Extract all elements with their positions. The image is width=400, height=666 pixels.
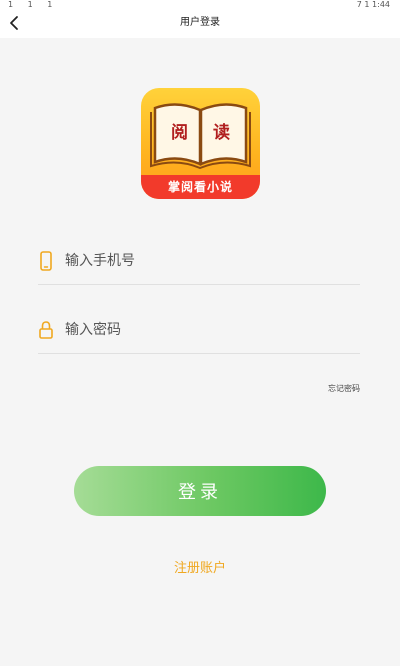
open-book-icon bbox=[150, 103, 251, 170]
logo-char-left: 阅 bbox=[171, 123, 188, 143]
logo-banner: 掌阅看小说 bbox=[141, 175, 260, 199]
forgot-password-link[interactable]: 忘记密码 bbox=[328, 383, 360, 394]
page-title: 用户登录 bbox=[180, 17, 220, 28]
app-logo: 阅 读 掌阅看小说 bbox=[141, 88, 260, 199]
password-divider bbox=[38, 353, 360, 354]
nav-bar: 用户登录 bbox=[0, 10, 400, 38]
phone-field bbox=[38, 237, 360, 285]
password-field bbox=[38, 306, 360, 354]
status-bar: 1 1 1 7 1 1:44 bbox=[0, 0, 400, 10]
logo-char-right: 读 bbox=[213, 123, 230, 143]
password-input[interactable] bbox=[65, 316, 355, 344]
status-right-indicators: 7 1 1:44 bbox=[356, 0, 390, 9]
status-left-indicators: 1 1 1 bbox=[8, 0, 59, 9]
login-button[interactable]: 登录 bbox=[74, 466, 326, 516]
phone-divider bbox=[38, 284, 360, 285]
phone-input[interactable] bbox=[65, 247, 355, 275]
lock-icon bbox=[39, 321, 53, 339]
register-account-link[interactable]: 注册账户 bbox=[0, 557, 400, 576]
phone-icon bbox=[40, 251, 52, 271]
